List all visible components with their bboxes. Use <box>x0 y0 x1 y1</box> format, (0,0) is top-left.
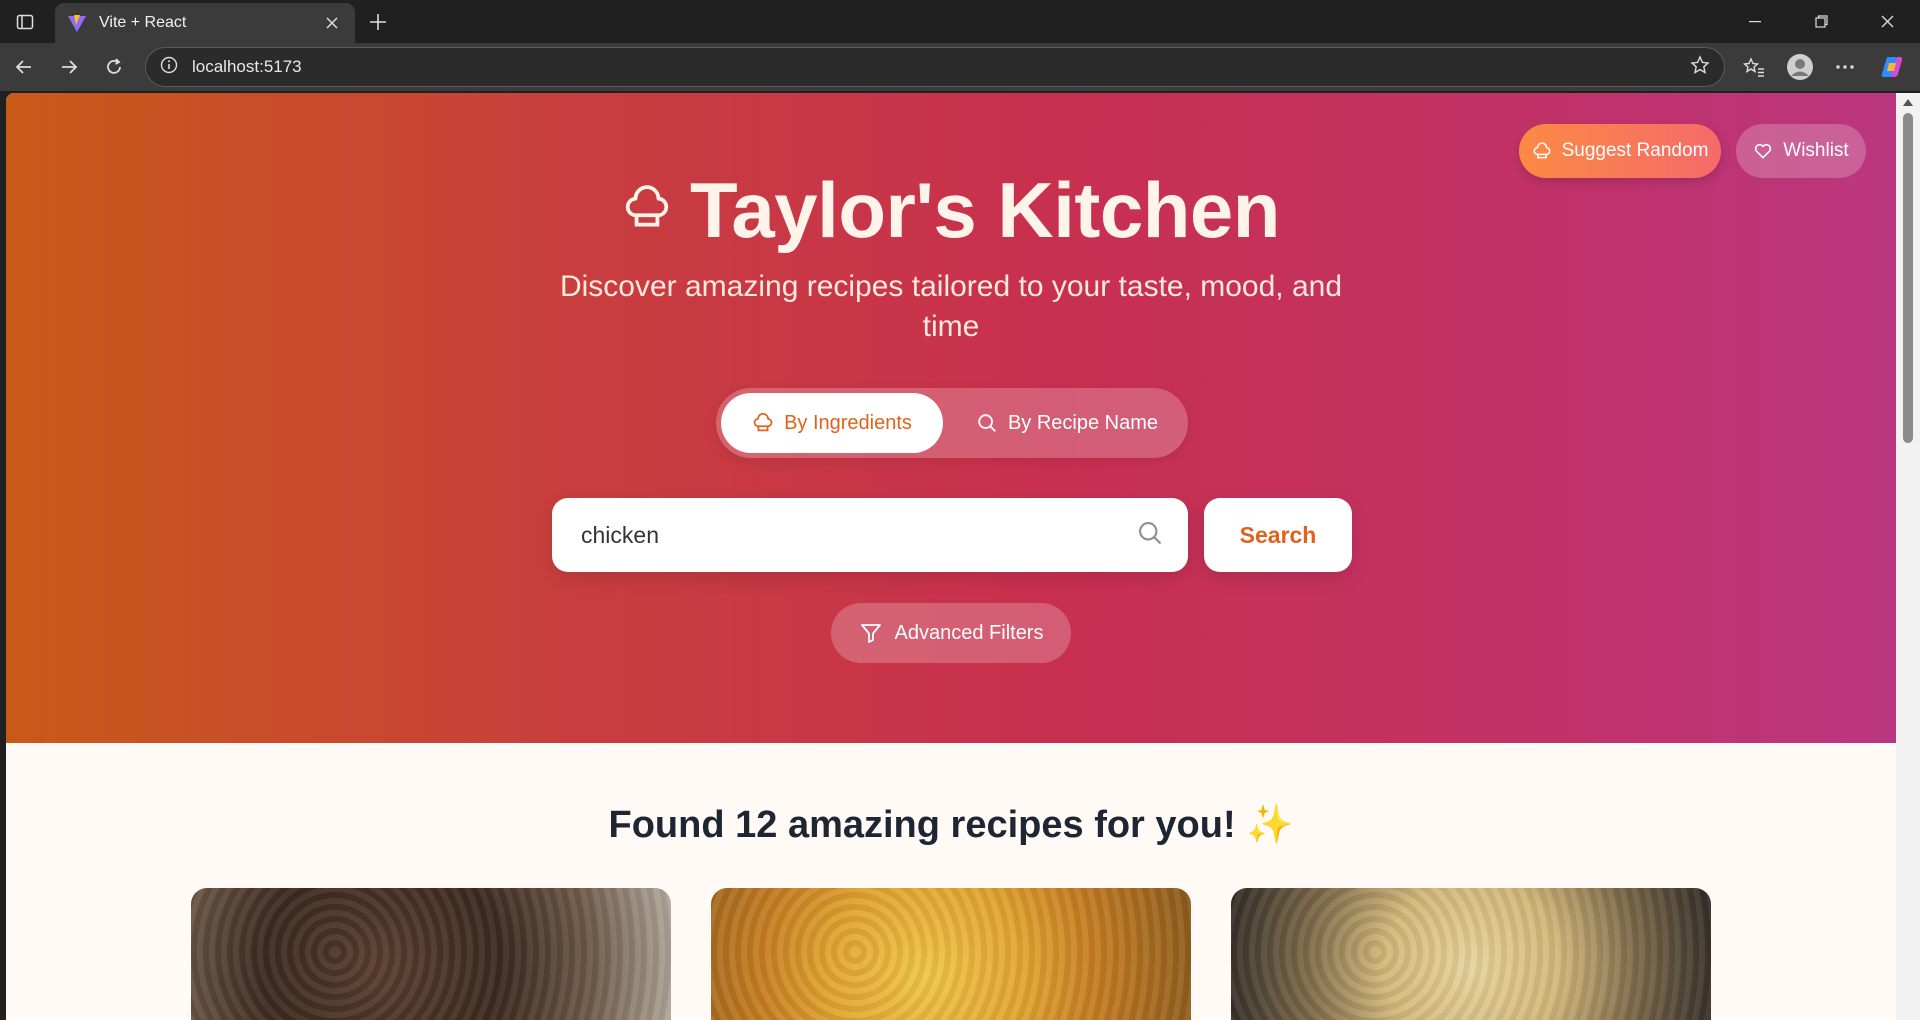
page-viewport: Suggest Random Wishlist Taylor's Kitchen… <box>6 93 1896 1020</box>
tab-by-recipe-name[interactable]: By Recipe Name <box>956 393 1178 453</box>
search-input[interactable] <box>581 521 1136 549</box>
search-icon[interactable] <box>1136 519 1164 552</box>
copilot-icon[interactable] <box>1876 51 1908 83</box>
url-text: localhost:5173 <box>192 57 302 76</box>
browser-tab-bar: Vite + React <box>0 0 1920 43</box>
filter-icon <box>860 624 881 643</box>
recipe-photo <box>711 888 1191 1020</box>
profile-avatar-icon[interactable] <box>1784 51 1816 83</box>
chef-hat-icon <box>753 413 773 432</box>
scrollbar-thumb[interactable] <box>1903 113 1913 443</box>
wishlist-label: Wishlist <box>1783 140 1849 161</box>
browser-nav-bar: localhost:5173 <box>0 43 1920 91</box>
recipe-photo <box>1231 888 1711 1020</box>
more-options-icon[interactable] <box>1829 51 1861 83</box>
chef-hat-icon <box>1533 142 1550 159</box>
search-box <box>552 498 1188 572</box>
suggest-random-label: Suggest Random <box>1561 140 1709 161</box>
browser-tab[interactable]: Vite + React <box>55 3 355 43</box>
advanced-filters-label: Advanced Filters <box>894 621 1044 644</box>
search-icon <box>978 414 996 432</box>
heart-icon <box>1755 143 1772 159</box>
minimize-icon[interactable] <box>1722 0 1788 43</box>
new-tab-icon[interactable] <box>364 8 392 36</box>
page-title-row: Taylor's Kitchen <box>6 165 1896 256</box>
tab-actions-icon[interactable] <box>12 9 38 35</box>
chef-hat-icon <box>622 183 672 238</box>
hero-section: Suggest Random Wishlist Taylor's Kitchen… <box>6 93 1896 743</box>
tab-by-ingredients[interactable]: By Ingredients <box>721 393 943 453</box>
restore-icon[interactable] <box>1788 0 1854 43</box>
search-mode-toggle: By Ingredients By Recipe Name <box>716 388 1188 458</box>
recipe-card[interactable] <box>191 888 671 1020</box>
page-title: Taylor's Kitchen <box>690 166 1280 254</box>
recipe-photo <box>191 888 671 1020</box>
favorite-star-icon[interactable] <box>1690 54 1710 80</box>
close-tab-icon[interactable] <box>321 12 343 34</box>
results-heading: Found 12 amazing recipes for you! ✨ <box>608 804 1294 846</box>
page-scrollbar[interactable] <box>1896 93 1920 1020</box>
back-arrow-icon[interactable] <box>8 51 40 83</box>
favorites-list-icon[interactable] <box>1738 51 1770 83</box>
tab-by-ingredients-label: By Ingredients <box>784 411 912 434</box>
tab-by-recipe-name-label: By Recipe Name <box>1007 411 1159 434</box>
site-info-icon[interactable] <box>160 56 178 79</box>
search-button[interactable]: Search <box>1204 498 1352 572</box>
forward-arrow-icon[interactable] <box>53 51 85 83</box>
window-controls <box>1722 0 1920 43</box>
address-bar[interactable]: localhost:5173 <box>145 47 1725 87</box>
recipe-card[interactable] <box>711 888 1191 1020</box>
page-subtitle: Discover amazing recipes tailored to you… <box>559 270 1343 343</box>
advanced-filters-button[interactable]: Advanced Filters <box>831 603 1071 663</box>
close-window-icon[interactable] <box>1854 0 1920 43</box>
recipe-card[interactable] <box>1231 888 1711 1020</box>
refresh-icon[interactable] <box>98 51 130 83</box>
tab-title: Vite + React <box>99 14 187 31</box>
scroll-up-arrow-icon[interactable] <box>1903 99 1913 106</box>
vite-logo-icon <box>67 13 87 33</box>
